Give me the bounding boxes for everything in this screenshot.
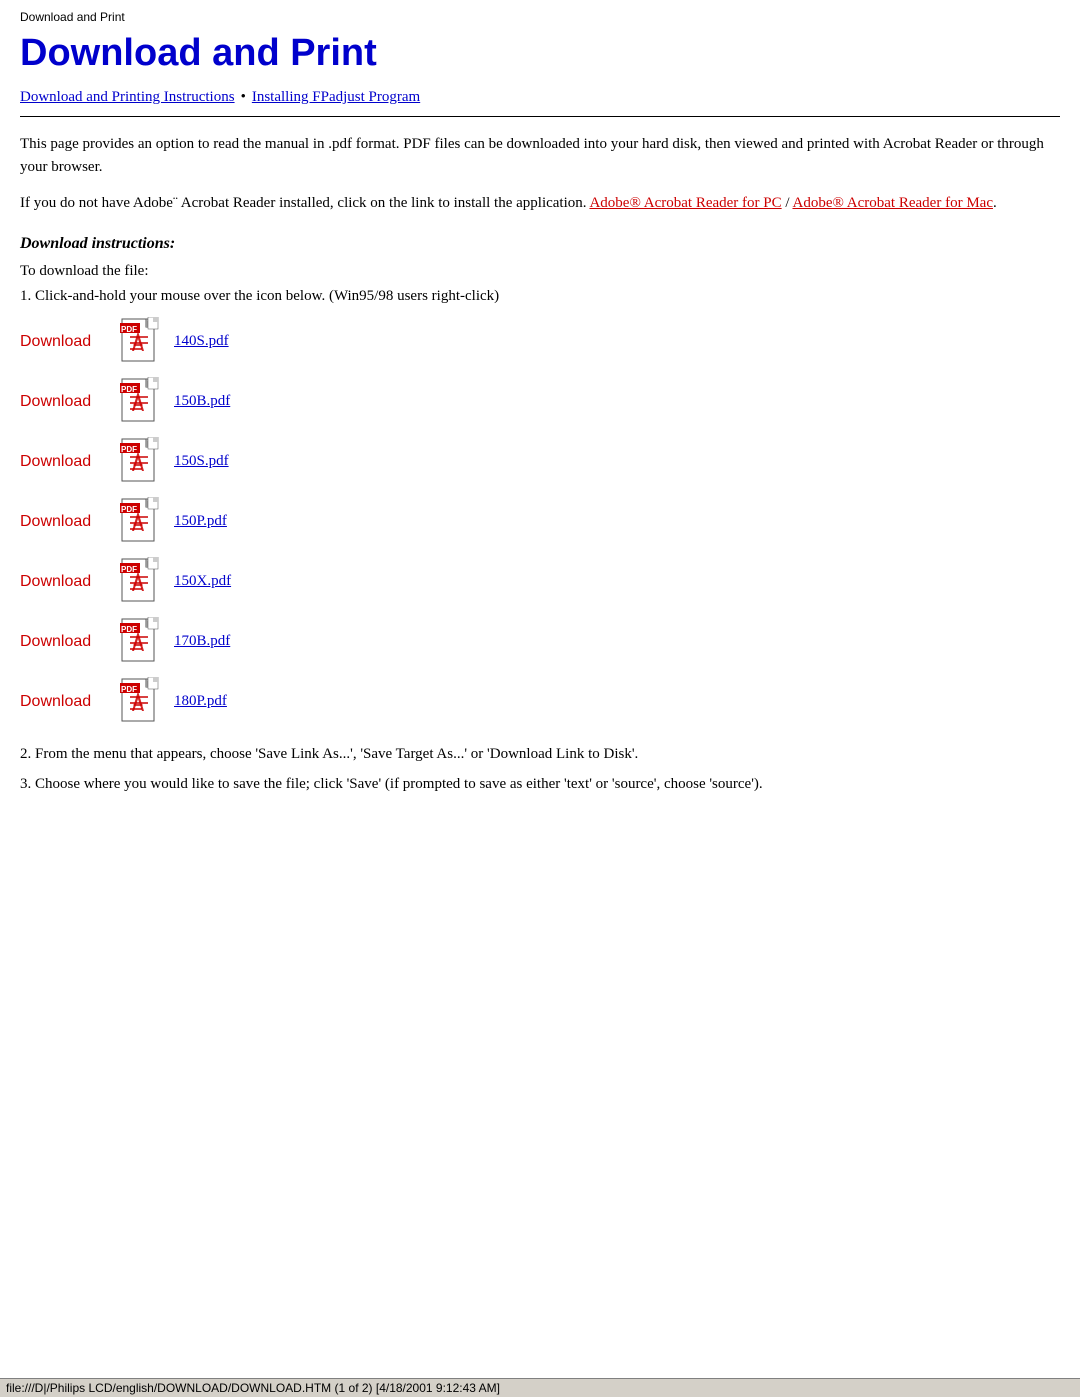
- step1-text: 1. Click-and-hold your mouse over the ic…: [20, 288, 1060, 305]
- pdf-icon: PDF: [120, 377, 164, 427]
- nav-link-fpadjust[interactable]: Installing FPadjust Program: [252, 89, 420, 106]
- pdf-icon: PDF: [120, 617, 164, 667]
- pdf-file-link[interactable]: 150X.pdf: [174, 573, 231, 590]
- nav-links: Download and Printing Instructions • Ins…: [20, 89, 1060, 106]
- intro-paragraph1: This page provides an option to read the…: [20, 133, 1060, 178]
- footer-status: file:///D|/Philips LCD/english/DOWNLOAD/…: [0, 1378, 1080, 1397]
- page-title: Download and Print: [20, 32, 1060, 75]
- acrobat-pc-link[interactable]: Adobe® Acrobat Reader for PC: [589, 195, 781, 211]
- download-row: Download PDF: [20, 377, 1060, 427]
- nav-link-instructions[interactable]: Download and Printing Instructions: [20, 89, 235, 106]
- step3-text: 3. Choose where you would like to save t…: [20, 773, 1060, 796]
- nav-separator: •: [241, 89, 246, 106]
- download-label: Download: [20, 693, 110, 711]
- pdf-file-link[interactable]: 170B.pdf: [174, 633, 230, 650]
- intro-paragraph2: If you do not have Adobe¨ Acrobat Reader…: [20, 192, 1060, 215]
- download-label: Download: [20, 573, 110, 591]
- divider: [20, 116, 1060, 117]
- download-label: Download: [20, 453, 110, 471]
- download-row: Download PDF: [20, 437, 1060, 487]
- svg-text:PDF: PDF: [121, 385, 137, 394]
- svg-text:PDF: PDF: [121, 325, 137, 334]
- pdf-file-link[interactable]: 150P.pdf: [174, 513, 227, 530]
- intro-separator: /: [782, 195, 793, 211]
- pdf-file-link[interactable]: 150B.pdf: [174, 393, 230, 410]
- svg-text:PDF: PDF: [121, 445, 137, 454]
- svg-text:PDF: PDF: [121, 685, 137, 694]
- intro-p2-before: If you do not have Adobe¨ Acrobat Reader…: [20, 195, 589, 211]
- to-download-text: To download the file:: [20, 263, 1060, 280]
- download-row: Download PDF: [20, 617, 1060, 667]
- download-label: Download: [20, 513, 110, 531]
- browser-tab: Download and Print: [20, 10, 1060, 24]
- pdf-icon: PDF: [120, 317, 164, 367]
- pdf-icon: PDF: [120, 677, 164, 727]
- pdf-file-link[interactable]: 150S.pdf: [174, 453, 229, 470]
- download-row: Download PDF: [20, 317, 1060, 367]
- pdf-icon: PDF: [120, 557, 164, 607]
- download-label: Download: [20, 333, 110, 351]
- pdf-icon: PDF: [120, 437, 164, 487]
- download-row: Download PDF: [20, 677, 1060, 727]
- step2-text: 2. From the menu that appears, choose 'S…: [20, 743, 1060, 766]
- acrobat-mac-link[interactable]: Adobe® Acrobat Reader for Mac: [792, 195, 993, 211]
- svg-text:PDF: PDF: [121, 625, 137, 634]
- download-label: Download: [20, 633, 110, 651]
- pdf-file-link[interactable]: 140S.pdf: [174, 333, 229, 350]
- download-heading: Download instructions:: [20, 235, 1060, 253]
- download-list: Download PDF: [20, 317, 1060, 727]
- pdf-icon: PDF: [120, 497, 164, 547]
- pdf-file-link[interactable]: 180P.pdf: [174, 693, 227, 710]
- svg-text:PDF: PDF: [121, 565, 137, 574]
- download-row: Download PDF: [20, 557, 1060, 607]
- intro-p2-after: .: [993, 195, 997, 211]
- download-label: Download: [20, 393, 110, 411]
- download-row: Download PDF: [20, 497, 1060, 547]
- svg-text:PDF: PDF: [121, 505, 137, 514]
